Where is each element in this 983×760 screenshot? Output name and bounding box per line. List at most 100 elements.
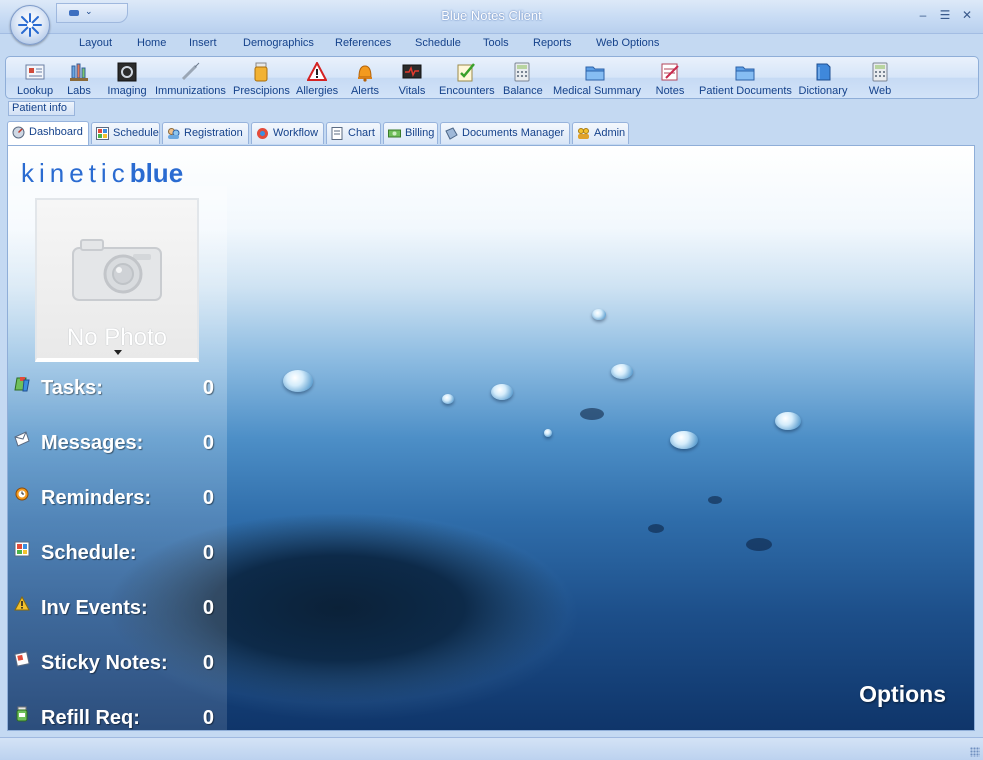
dictionary-label: Dictionary xyxy=(798,85,848,97)
patient-documents-label: Patient Documents xyxy=(699,85,792,97)
syringe-icon xyxy=(180,62,200,82)
stat-messages[interactable]: Messages: 0 xyxy=(14,429,220,455)
tab-schedule[interactable]: Schedule xyxy=(91,122,160,144)
tab-workflow[interactable]: Workflow xyxy=(251,122,324,144)
options-button[interactable]: Options xyxy=(859,681,946,708)
tab-billing[interactable]: Billing xyxy=(383,122,438,144)
tab-billing-label: Billing xyxy=(405,127,435,139)
logo-text-bold: blue xyxy=(129,158,184,188)
logo-text-light: kinetic xyxy=(21,158,130,188)
water-drop xyxy=(491,384,513,400)
stat-refill-req-label: Refill Req: xyxy=(41,707,140,729)
billing-icon xyxy=(388,127,401,140)
menu-insert[interactable]: Insert xyxy=(189,37,217,49)
water-drop xyxy=(670,431,698,449)
tab-registration[interactable]: Registration xyxy=(162,122,249,144)
maximize-button[interactable]: ☰ xyxy=(937,8,953,22)
prescriptions-button[interactable]: Prescipions xyxy=(233,62,290,97)
window-title: Blue Notes Client xyxy=(441,8,542,23)
water-drop xyxy=(611,364,633,379)
stat-schedule[interactable]: Schedule: 0 xyxy=(14,539,220,565)
close-button[interactable]: ✕ xyxy=(959,8,975,22)
tab-chart[interactable]: Chart xyxy=(326,122,381,144)
stat-schedule-value: 0 xyxy=(202,542,214,564)
dictionary-icon xyxy=(813,62,833,82)
camera-icon xyxy=(72,239,162,301)
menu-layout[interactable]: Layout xyxy=(79,37,112,49)
stat-reminders-value: 0 xyxy=(202,487,214,509)
application-orb-button[interactable] xyxy=(10,5,50,45)
tab-admin[interactable]: Admin xyxy=(572,122,629,144)
patient-documents-button[interactable]: Patient Documents xyxy=(699,62,792,97)
stat-messages-value: 0 xyxy=(202,432,214,454)
labs-icon xyxy=(69,62,89,82)
patient-info-panel[interactable]: Patient info xyxy=(8,101,75,116)
documents-icon xyxy=(445,127,458,140)
tab-admin-label: Admin xyxy=(594,127,626,139)
water-drop xyxy=(442,394,454,404)
stat-tasks-label: Tasks: xyxy=(41,377,103,399)
no-photo-label: No Photo xyxy=(66,324,168,351)
resize-grip-icon[interactable] xyxy=(970,747,980,757)
photo-menu-arrow-icon[interactable] xyxy=(114,350,122,355)
reminder-icon xyxy=(14,486,30,502)
menu-home[interactable]: Home xyxy=(137,37,166,49)
tab-documents-manager[interactable]: Documents Manager xyxy=(440,122,570,144)
summary-panel: No Photo Tasks: 0 Messages: 0 Reminders:… xyxy=(8,186,227,730)
stat-tasks[interactable]: Tasks: 0 xyxy=(14,374,220,400)
immunizations-button[interactable]: Immunizations xyxy=(155,62,226,97)
notes-button[interactable]: Notes xyxy=(654,62,686,97)
labs-button[interactable]: Labs xyxy=(66,62,92,97)
allergies-label: Allergies xyxy=(296,85,339,97)
pill-bottle-icon xyxy=(251,62,271,82)
notes-label: Notes xyxy=(655,85,685,97)
stat-refill-req-value: 0 xyxy=(202,707,214,729)
refill-icon xyxy=(14,706,30,722)
schedule-grid-icon xyxy=(14,541,30,557)
menu-demographics[interactable]: Demographics xyxy=(243,37,314,49)
medical-summary-label: Medical Summary xyxy=(553,85,642,97)
warning-icon xyxy=(306,60,328,82)
water-drop xyxy=(544,429,552,437)
patient-photo[interactable]: No Photo xyxy=(35,198,199,362)
imaging-label: Imaging xyxy=(107,85,147,97)
tab-dashboard[interactable]: Dashboard xyxy=(7,121,89,145)
status-bar xyxy=(0,737,983,760)
water-ripple xyxy=(580,408,604,420)
window-controls: – ☰ ✕ xyxy=(915,8,975,22)
imaging-icon xyxy=(117,62,137,82)
vitals-button[interactable]: Vitals xyxy=(397,62,427,97)
minimize-button[interactable]: – xyxy=(915,8,931,22)
stat-inv-events[interactable]: Inv Events: 0 xyxy=(14,594,220,620)
balance-button[interactable]: Balance xyxy=(503,62,543,97)
tab-dashboard-label: Dashboard xyxy=(29,126,83,138)
schedule-icon xyxy=(96,127,109,140)
stat-sticky-notes[interactable]: Sticky Notes: 0 xyxy=(14,649,220,675)
dictionary-button[interactable]: Dictionary xyxy=(798,62,848,97)
menu-references[interactable]: References xyxy=(335,37,391,49)
lookup-button[interactable]: Lookup xyxy=(17,62,53,97)
menu-tools[interactable]: Tools xyxy=(483,37,509,49)
alerts-button[interactable]: Alerts xyxy=(350,62,380,97)
imaging-button[interactable]: Imaging xyxy=(107,62,147,97)
stat-reminders[interactable]: Reminders: 0 xyxy=(14,484,220,510)
stat-schedule-label: Schedule: xyxy=(41,542,137,564)
medical-summary-button[interactable]: Medical Summary xyxy=(553,62,642,97)
menu-reports[interactable]: Reports xyxy=(533,37,572,49)
stat-refill-req[interactable]: Refill Req: 0 xyxy=(14,704,220,730)
app-logo-icon xyxy=(18,13,42,37)
menu-web-options[interactable]: Web Options xyxy=(596,37,659,49)
web-label: Web xyxy=(868,85,892,97)
sticky-note-icon xyxy=(14,651,30,667)
allergies-button[interactable]: Allergies xyxy=(296,60,339,97)
web-button[interactable]: Web xyxy=(867,62,893,97)
checklist-icon xyxy=(456,62,476,82)
folder-icon xyxy=(735,62,755,82)
encounters-button[interactable]: Encounters xyxy=(439,62,495,97)
menu-schedule[interactable]: Schedule xyxy=(415,37,461,49)
monitor-icon xyxy=(402,62,422,82)
immunizations-label: Immunizations xyxy=(155,85,226,97)
water-ripple xyxy=(746,538,772,551)
stat-tasks-value: 0 xyxy=(202,377,214,399)
stat-messages-label: Messages: xyxy=(41,432,144,454)
